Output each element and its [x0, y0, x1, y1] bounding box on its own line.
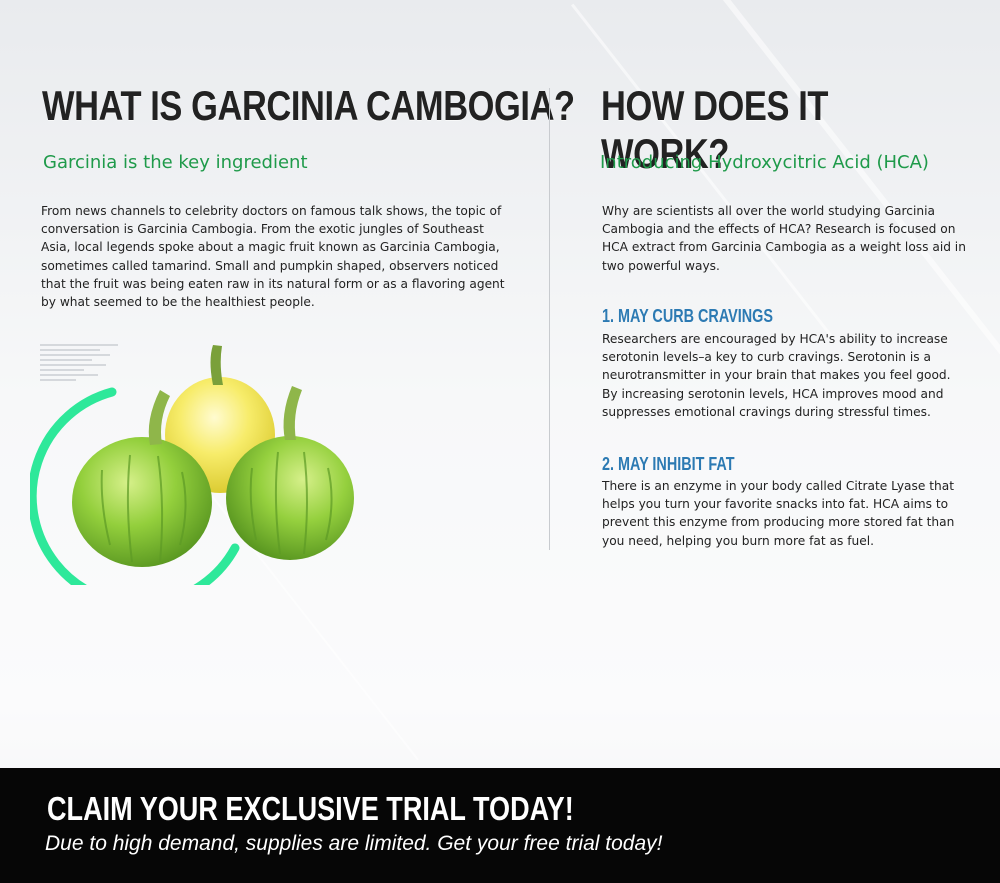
body-line: By increasing serotonin levels, HCA impr…: [602, 386, 944, 401]
body-line: helps you turn your favorite snacks into…: [602, 497, 949, 512]
right-section-subtitle: Introducing Hydroxycitric Acid (HCA): [600, 152, 929, 173]
body-line: prevent this enzyme from producing more …: [602, 515, 955, 530]
body-line: sometimes called tamarind. Small and pum…: [41, 258, 499, 273]
body-line: conversation is Garcinia Cambogia. From …: [41, 222, 484, 237]
left-section-subtitle: Garcinia is the key ingredient: [43, 152, 308, 173]
garcinia-fruit-image: [30, 345, 354, 585]
body-line: serotonin levels–a key to curb cravings.…: [602, 350, 931, 365]
cta-banner[interactable]: CLAIM YOUR EXCLUSIVE TRIAL TODAY! Due to…: [0, 768, 1000, 883]
body-line: Cambogia and the effects of HCA? Researc…: [602, 222, 956, 237]
point-2-heading: 2. MAY INHIBIT FAT: [602, 454, 735, 474]
body-line: neurotransmitter in your brain that make…: [602, 368, 951, 383]
body-line: Researchers are encouraged by HCA's abil…: [602, 332, 948, 346]
point-1-heading: 1. MAY CURB CRAVINGS: [602, 306, 773, 326]
cta-subtitle: Due to high demand, supplies are limited…: [45, 832, 663, 855]
body-line: that the fruit was being eaten raw in it…: [41, 276, 505, 291]
body-line: by what seemed to be the healthiest peop…: [41, 295, 315, 310]
left-body-paragraph: From news channels to celebrity doctors …: [41, 202, 511, 311]
body-line: Asia, local legends spoke about a magic …: [41, 240, 500, 255]
body-line: From news channels to celebrity doctors …: [41, 204, 502, 218]
body-line: Why are scientists all over the world st…: [602, 204, 935, 218]
point-2-paragraph: There is an enzyme in your body called C…: [602, 477, 972, 550]
body-line: There is an enzyme in your body called C…: [602, 479, 954, 493]
body-line: HCA extract from Garcinia Cambogia as a …: [602, 240, 966, 255]
body-line: two powerful ways.: [602, 258, 720, 273]
right-intro-paragraph: Why are scientists all over the world st…: [602, 202, 972, 275]
cta-title[interactable]: CLAIM YOUR EXCLUSIVE TRIAL TODAY!: [47, 790, 574, 828]
point-1-paragraph: Researchers are encouraged by HCA's abil…: [602, 330, 972, 421]
body-line: suppresses emotional cravings during str…: [602, 404, 931, 419]
left-section-title: WHAT IS GARCINIA CAMBOGIA?: [42, 82, 575, 129]
body-line: you need, helping you burn more fat as f…: [602, 533, 874, 548]
column-divider: [549, 88, 550, 550]
